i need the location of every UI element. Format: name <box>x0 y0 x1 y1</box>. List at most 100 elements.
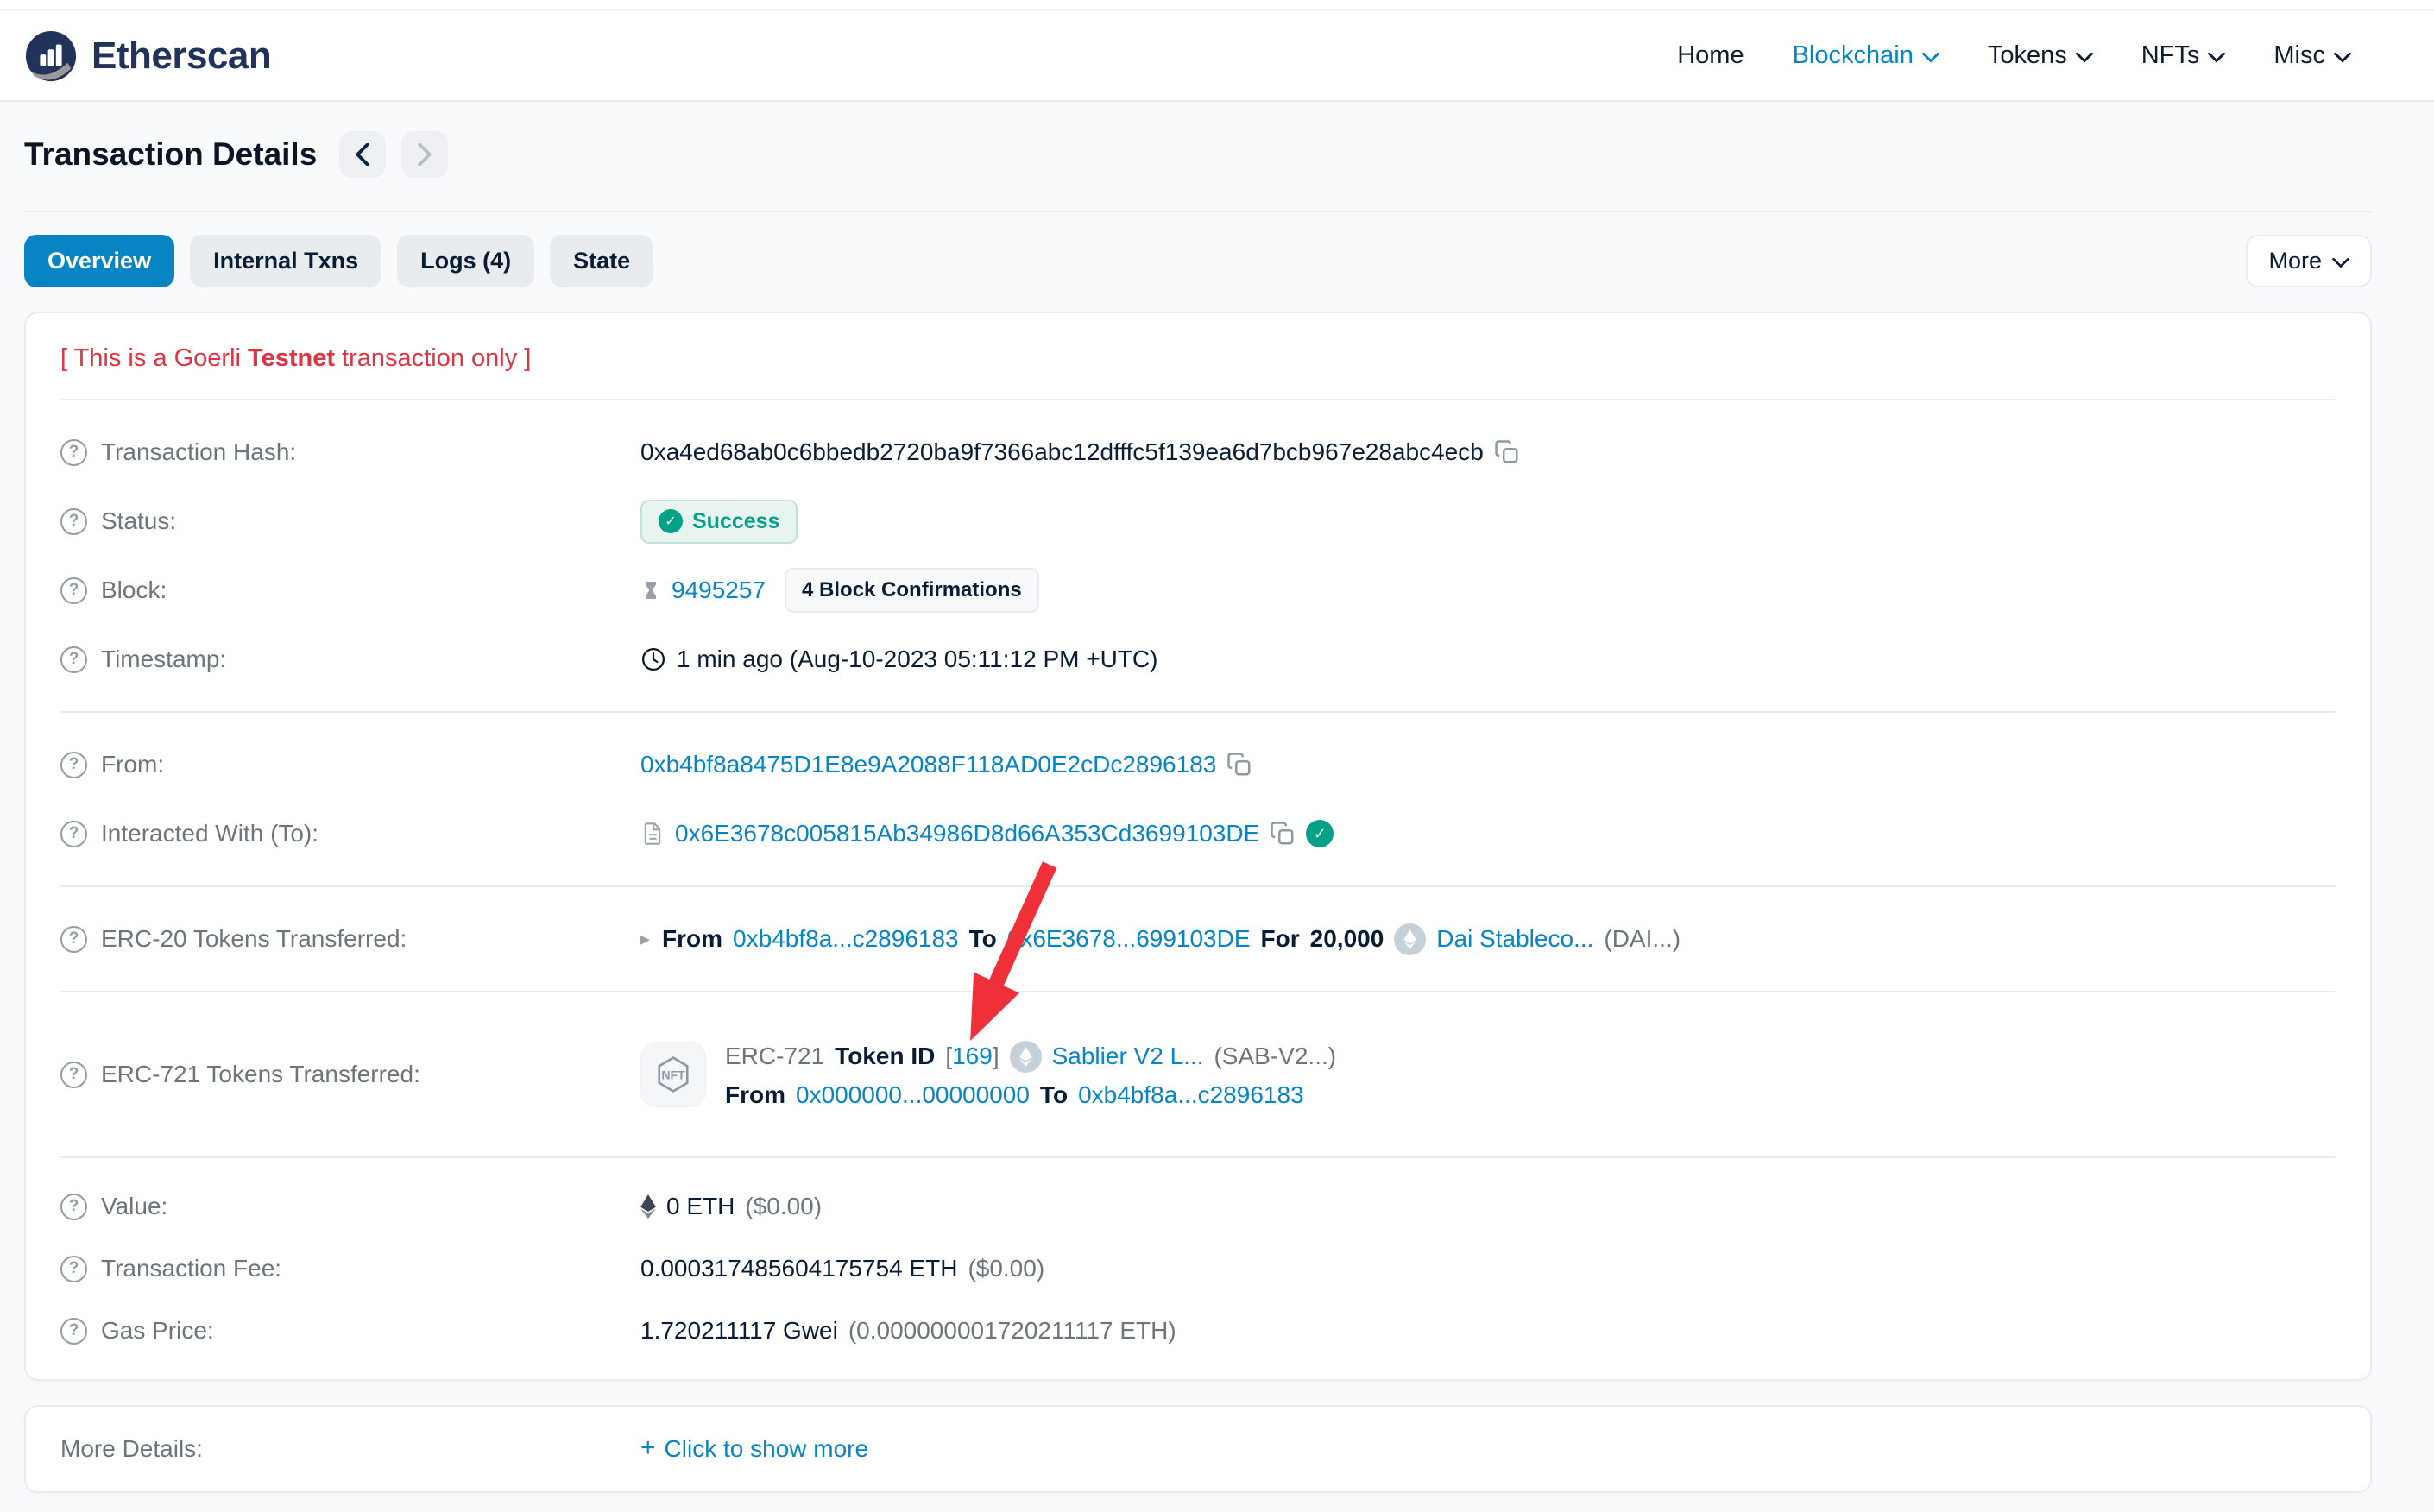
chevron-down-icon <box>2208 52 2226 63</box>
help-icon[interactable]: ? <box>60 576 87 604</box>
erc20-from-address-link[interactable]: 0xb4bf8a...c2896183 <box>733 925 959 953</box>
help-icon[interactable]: ? <box>60 1061 87 1088</box>
tab-logs[interactable]: Logs (4) <box>397 235 535 287</box>
more-details-label: More Details: <box>60 1435 203 1462</box>
timestamp-label: Timestamp: <box>101 646 227 672</box>
erc20-to-label: To <box>968 925 997 952</box>
help-icon[interactable]: ? <box>60 1255 87 1282</box>
erc20-token-symbol: (DAI...) <box>1604 925 1681 952</box>
erc20-to-address-link[interactable]: 0x6E3678...699103DE <box>1007 925 1251 953</box>
from-row: ? From: 0xb4bf8a8475D1E8e9A2088F118AD0E2… <box>60 730 2336 799</box>
next-transaction-button[interactable] <box>401 131 449 178</box>
gas-price-row: ? Gas Price: 1.720211117 Gwei (0.0000000… <box>60 1300 2336 1362</box>
from-address-link[interactable]: 0xb4bf8a8475D1E8e9A2088F118AD0E2cDc28961… <box>640 751 1216 778</box>
nav-item-tokens[interactable]: Tokens <box>1988 41 2093 70</box>
copy-button[interactable] <box>1494 439 1520 465</box>
transaction-hash-label: Transaction Hash: <box>101 438 297 465</box>
tab-state[interactable]: State <box>550 235 654 287</box>
nav-item-misc[interactable]: Misc <box>2273 41 2351 70</box>
transaction-hash-row: ? Transaction Hash: 0xa4ed68ab0c6bbedb27… <box>60 418 2336 487</box>
plus-icon: + <box>640 1433 656 1462</box>
help-icon[interactable]: ? <box>60 507 87 535</box>
block-row: ? Block: 9495257 4 Block Confirmations <box>60 556 2336 625</box>
tab-overview[interactable]: Overview <box>24 235 175 287</box>
etherscan-logo-icon <box>25 30 77 81</box>
chevron-down-icon <box>2075 52 2093 63</box>
section-summary: ? Transaction Hash: 0xa4ed68ab0c6bbedb27… <box>60 400 2336 713</box>
nav-item-home[interactable]: Home <box>1677 41 1744 70</box>
erc20-transfers-row: ? ERC-20 Tokens Transferred: ▸ From 0xb4… <box>60 904 2336 973</box>
clock-icon <box>642 648 665 671</box>
dai-token-icon <box>1394 923 1427 955</box>
copy-button[interactable] <box>1226 752 1252 778</box>
help-icon[interactable]: ? <box>60 438 87 466</box>
block-label: Block: <box>101 576 167 603</box>
etherscan-logo[interactable]: Etherscan <box>24 29 272 83</box>
eth-icon <box>640 1194 656 1219</box>
page-title: Transaction Details <box>24 136 318 172</box>
erc721-standard: ERC-721 <box>725 1043 825 1069</box>
block-number-link[interactable]: 9495257 <box>672 576 766 604</box>
erc721-transfers-label: ERC-721 Tokens Transferred: <box>101 1061 420 1087</box>
erc721-token-id-link[interactable]: 169 <box>952 1043 993 1070</box>
svg-text:NFT: NFT <box>661 1068 685 1081</box>
caret-icon: ▸ <box>640 928 651 949</box>
chevron-left-icon <box>356 143 369 166</box>
block-confirmations-badge: 4 Block Confirmations <box>785 568 1039 613</box>
more-button[interactable]: More <box>2246 235 2372 287</box>
interacted-with-row: ? Interacted With (To): 0x6E3678c005815A… <box>60 799 2336 868</box>
erc721-transfers-row: ? ERC-721 Tokens Transferred: NFT ERC-72… <box>60 1010 2336 1139</box>
copy-button[interactable] <box>1270 821 1296 847</box>
chevron-down-icon <box>1921 52 1939 63</box>
overview-card: [ This is a Goerli Testnet transaction o… <box>24 312 2372 1381</box>
help-icon[interactable]: ? <box>60 1193 87 1220</box>
erc20-from-label: From <box>662 925 723 952</box>
erc20-for-label: For <box>1260 925 1300 952</box>
erc721-to-label: To <box>1039 1080 1069 1108</box>
more-details-card: More Details: + Click to show more <box>24 1405 2372 1493</box>
value-row: ? Value: 0 ETH ($0.00) <box>60 1175 2336 1238</box>
show-more-link[interactable]: + Click to show more <box>640 1433 868 1463</box>
section-addresses: ? From: 0xb4bf8a8475D1E8e9A2088F118AD0E2… <box>60 713 2336 887</box>
contract-address-link[interactable]: 0x6E3678c005815Ab34986D8d66A353Cd3699103… <box>675 820 1259 847</box>
help-icon[interactable]: ? <box>60 820 87 847</box>
tab-internal-txns[interactable]: Internal Txns <box>190 235 382 287</box>
transaction-fee-value: 0.000317485604175754 ETH <box>640 1255 958 1282</box>
erc20-token-link[interactable]: Dai Stableco... <box>1436 925 1593 953</box>
more-details-row: More Details: + Click to show more <box>60 1407 2336 1491</box>
timestamp-row: ? Timestamp: 1 min ago (Aug-10-2023 05:1… <box>60 625 2336 694</box>
status-label: Status: <box>101 507 177 534</box>
timestamp-value: 1 min ago (Aug-10-2023 05:11:12 PM +UTC) <box>677 646 1158 672</box>
brand-name: Etherscan <box>91 34 272 77</box>
chevron-right-icon <box>418 143 432 166</box>
status-badge: ✓ Success <box>640 499 798 544</box>
transaction-hash-value: 0xa4ed68ab0c6bbedb2720ba9f7366abc12dfffc… <box>640 438 1484 465</box>
tab-bar: Overview Internal Txns Logs (4) State <box>24 235 654 287</box>
testnet-warning: [ This is a Goerli Testnet transaction o… <box>60 313 2336 400</box>
gas-price-label: Gas Price: <box>101 1317 214 1344</box>
erc721-token-id-label: Token ID <box>835 1043 936 1069</box>
erc721-token-symbol: (SAB-V2...) <box>1214 1043 1337 1069</box>
help-icon[interactable]: ? <box>60 1317 87 1345</box>
previous-transaction-button[interactable] <box>339 131 387 178</box>
transaction-fee-usd: ($0.00) <box>968 1255 1045 1282</box>
help-icon[interactable]: ? <box>60 751 87 778</box>
interacted-with-label: Interacted With (To): <box>101 820 319 847</box>
help-icon[interactable]: ? <box>60 925 87 953</box>
erc721-to-address-link[interactable]: 0xb4bf8a...c2896183 <box>1078 1081 1304 1109</box>
copy-icon <box>1495 440 1518 463</box>
verified-check-icon: ✓ <box>1306 820 1334 847</box>
value-amount: 0 ETH <box>666 1193 735 1219</box>
erc721-from-address-link[interactable]: 0x000000...00000000 <box>796 1081 1030 1109</box>
nft-icon: NFT <box>640 1042 706 1107</box>
nav-item-nfts[interactable]: NFTs <box>2141 41 2226 70</box>
section-erc20: ? ERC-20 Tokens Transferred: ▸ From 0xb4… <box>60 887 2336 992</box>
status-text: Success <box>692 508 780 533</box>
erc721-token-link[interactable]: Sablier V2 L... <box>1052 1043 1204 1070</box>
sablier-token-icon <box>1009 1040 1042 1073</box>
transaction-fee-row: ? Transaction Fee: 0.000317485604175754 … <box>60 1238 2336 1300</box>
contract-document-icon <box>644 822 661 845</box>
gas-price-value: 1.720211117 Gwei <box>640 1317 838 1344</box>
help-icon[interactable]: ? <box>60 646 87 673</box>
nav-item-blockchain[interactable]: Blockchain <box>1793 41 1939 70</box>
